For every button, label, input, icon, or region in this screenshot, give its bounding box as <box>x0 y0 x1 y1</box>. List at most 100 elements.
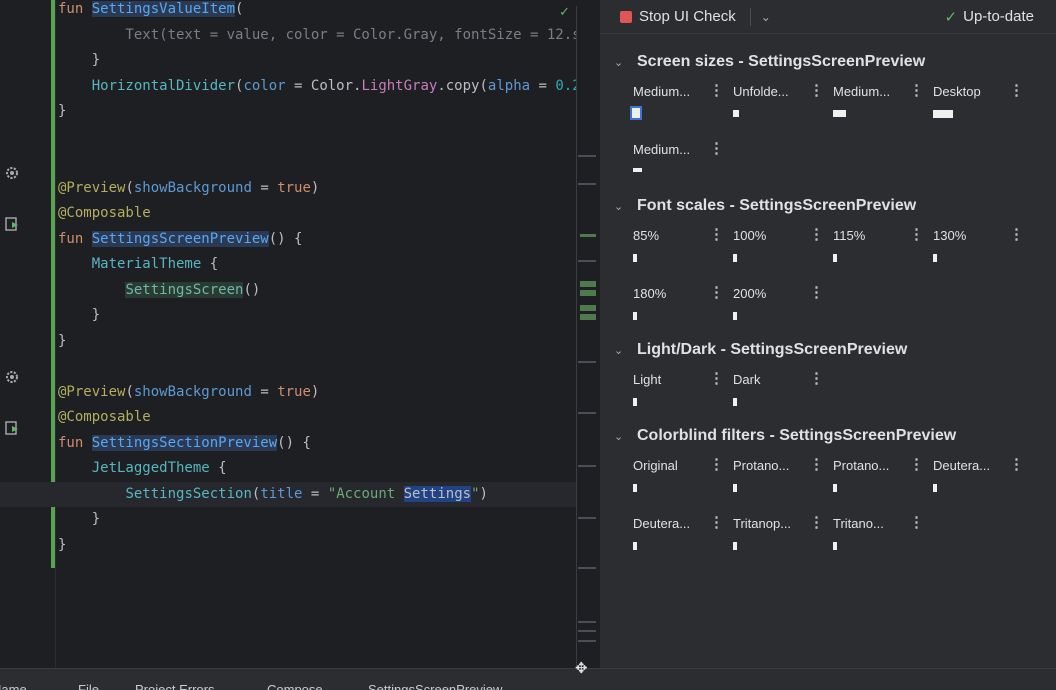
code-line[interactable]: } <box>58 303 576 329</box>
code-line[interactable]: @Composable <box>58 405 576 431</box>
preview-thumbnail[interactable] <box>633 484 637 492</box>
preview-item[interactable]: Deutera... ⋮ <box>633 508 733 566</box>
preview-thumbnail[interactable] <box>633 542 637 550</box>
preview-thumbnail[interactable] <box>733 110 739 117</box>
more-vertical-icon[interactable]: ⋮ <box>809 513 824 531</box>
preview-item[interactable]: Deutera... ⋮ <box>933 450 1033 508</box>
code-line[interactable]: SettingsScreen() <box>58 278 576 304</box>
code-line[interactable]: @Preview(showBackground = true) <box>58 176 576 202</box>
preview-item[interactable]: 200% ⋮ <box>733 278 833 336</box>
preview-thumbnail[interactable] <box>933 110 953 118</box>
preview-thumbnail[interactable] <box>633 312 637 320</box>
more-vertical-icon[interactable]: ⋮ <box>809 455 824 473</box>
bottom-tab-compose[interactable]: Compose <box>267 682 323 690</box>
code-line[interactable]: } <box>58 99 576 125</box>
preview-thumbnail[interactable] <box>933 254 937 262</box>
preview-thumbnail[interactable] <box>733 312 737 320</box>
preview-thumbnail[interactable] <box>733 542 737 550</box>
preview-thumbnail[interactable] <box>833 110 846 117</box>
preview-item[interactable]: 100% ⋮ <box>733 220 833 278</box>
preview-group-header[interactable]: ⌄ Light/Dark - SettingsScreenPreview <box>600 336 1056 364</box>
drag-handle-icon[interactable]: ✥ <box>575 659 591 677</box>
preview-group-header[interactable]: ⌄ Screen sizes - SettingsScreenPreview <box>600 48 1056 76</box>
bottom-tab-preview[interactable]: SettingsScreenPreview <box>368 682 502 690</box>
preview-item[interactable]: Protano... ⋮ <box>833 450 933 508</box>
more-vertical-icon[interactable]: ⋮ <box>709 225 724 243</box>
code-line[interactable]: } <box>58 507 576 533</box>
preview-group-header[interactable]: ⌄ Font scales - SettingsScreenPreview <box>600 192 1056 220</box>
code-line[interactable]: } <box>58 533 576 559</box>
more-vertical-icon[interactable]: ⋮ <box>809 225 824 243</box>
code-line[interactable]: HorizontalDivider(color = Color.LightGra… <box>58 74 598 100</box>
bottom-tab-project-errors[interactable]: Project Errors <box>135 682 214 690</box>
more-vertical-icon[interactable]: ⋮ <box>1009 225 1024 243</box>
preview-item[interactable]: Medium... ⋮ <box>833 76 933 134</box>
preview-thumbnail[interactable] <box>633 254 637 262</box>
code-line[interactable]: MaterialTheme { <box>58 252 576 278</box>
more-vertical-icon[interactable]: ⋮ <box>709 513 724 531</box>
code-line[interactable]: @Preview(showBackground = true) <box>58 380 576 406</box>
preview-thumbnail[interactable] <box>933 484 937 492</box>
run-preview-icon[interactable] <box>4 216 20 232</box>
code-line[interactable]: fun SettingsSectionPreview() { <box>58 431 576 457</box>
chevron-down-icon[interactable]: ⌄ <box>614 56 637 69</box>
chevron-down-icon[interactable]: ⌄ <box>614 200 637 213</box>
preview-item[interactable]: Protano... ⋮ <box>733 450 833 508</box>
code-editor[interactable]: fun SettingsValueItem( Text(text = value… <box>0 0 600 668</box>
preview-thumbnail[interactable] <box>833 484 837 492</box>
preview-thumbnail[interactable] <box>633 398 637 406</box>
preview-item[interactable]: 180% ⋮ <box>633 278 733 336</box>
chevron-down-icon[interactable]: ⌄ <box>614 344 637 357</box>
code-line[interactable]: JetLaggedTheme { <box>58 456 576 482</box>
preview-item[interactable]: Unfolde... ⋮ <box>733 76 833 134</box>
gear-icon[interactable] <box>4 165 20 181</box>
code-line[interactable]: } <box>58 329 576 355</box>
preview-item[interactable]: Tritanop... ⋮ <box>733 508 833 566</box>
preview-item[interactable]: Medium... ⋮ <box>633 134 733 192</box>
code-line[interactable]: @Composable <box>58 201 576 227</box>
preview-thumbnail[interactable] <box>633 168 642 172</box>
more-vertical-icon[interactable]: ⋮ <box>909 225 924 243</box>
code-line[interactable]: } <box>58 48 576 74</box>
preview-thumbnail[interactable] <box>833 542 837 550</box>
more-vertical-icon[interactable]: ⋮ <box>909 81 924 99</box>
preview-item[interactable]: Dark ⋮ <box>733 364 833 422</box>
more-vertical-icon[interactable]: ⋮ <box>709 81 724 99</box>
code-area[interactable]: fun SettingsValueItem( Text(text = value… <box>0 0 598 559</box>
preview-item[interactable]: Tritano... ⋮ <box>833 508 933 566</box>
preview-item[interactable]: 115% ⋮ <box>833 220 933 278</box>
chevron-down-icon[interactable]: ⌄ <box>614 430 637 443</box>
more-vertical-icon[interactable]: ⋮ <box>809 283 824 301</box>
code-line[interactable] <box>58 354 576 380</box>
preview-item[interactable]: 85% ⋮ <box>633 220 733 278</box>
preview-item[interactable]: Original ⋮ <box>633 450 733 508</box>
more-vertical-icon[interactable]: ⋮ <box>709 455 724 473</box>
code-line[interactable]: SettingsSection(title = "Account Setting… <box>0 481 576 507</box>
stop-ui-check-button[interactable]: Stop UI Check <box>620 8 736 25</box>
gear-icon[interactable] <box>4 369 20 385</box>
more-vertical-icon[interactable]: ⋮ <box>1009 455 1024 473</box>
more-vertical-icon[interactable]: ⋮ <box>809 369 824 387</box>
bottom-tab-file[interactable]: File <box>78 682 99 690</box>
preview-item[interactable]: Desktop ⋮ <box>933 76 1033 134</box>
preview-thumbnail[interactable] <box>833 254 837 262</box>
preview-group-header[interactable]: ⌄ Colorblind filters - SettingsScreenPrev… <box>600 422 1056 450</box>
more-vertical-icon[interactable]: ⋮ <box>1009 81 1024 99</box>
more-vertical-icon[interactable]: ⋮ <box>809 81 824 99</box>
code-line[interactable]: Text(text = value, color = Color.Gray, f… <box>58 23 597 49</box>
code-line[interactable] <box>58 125 576 151</box>
preview-item[interactable]: Medium... ⋮ <box>630 76 733 134</box>
more-vertical-icon[interactable]: ⋮ <box>709 283 724 301</box>
more-vertical-icon[interactable]: ⋮ <box>709 369 724 387</box>
code-line[interactable]: fun SettingsValueItem( <box>58 0 576 23</box>
bottom-tab-name[interactable]: Name <box>0 682 27 690</box>
run-preview-icon[interactable] <box>4 420 20 436</box>
more-vertical-icon[interactable]: ⋮ <box>909 455 924 473</box>
preview-thumbnail[interactable] <box>733 484 737 492</box>
more-vertical-icon[interactable]: ⋮ <box>909 513 924 531</box>
code-line[interactable]: fun SettingsScreenPreview() { <box>58 227 576 253</box>
preview-thumbnail[interactable] <box>630 106 642 120</box>
more-vertical-icon[interactable]: ⋮ <box>709 139 724 157</box>
editor-scrollbar[interactable] <box>576 0 600 668</box>
chevron-down-icon[interactable]: ⌄ <box>761 10 771 24</box>
